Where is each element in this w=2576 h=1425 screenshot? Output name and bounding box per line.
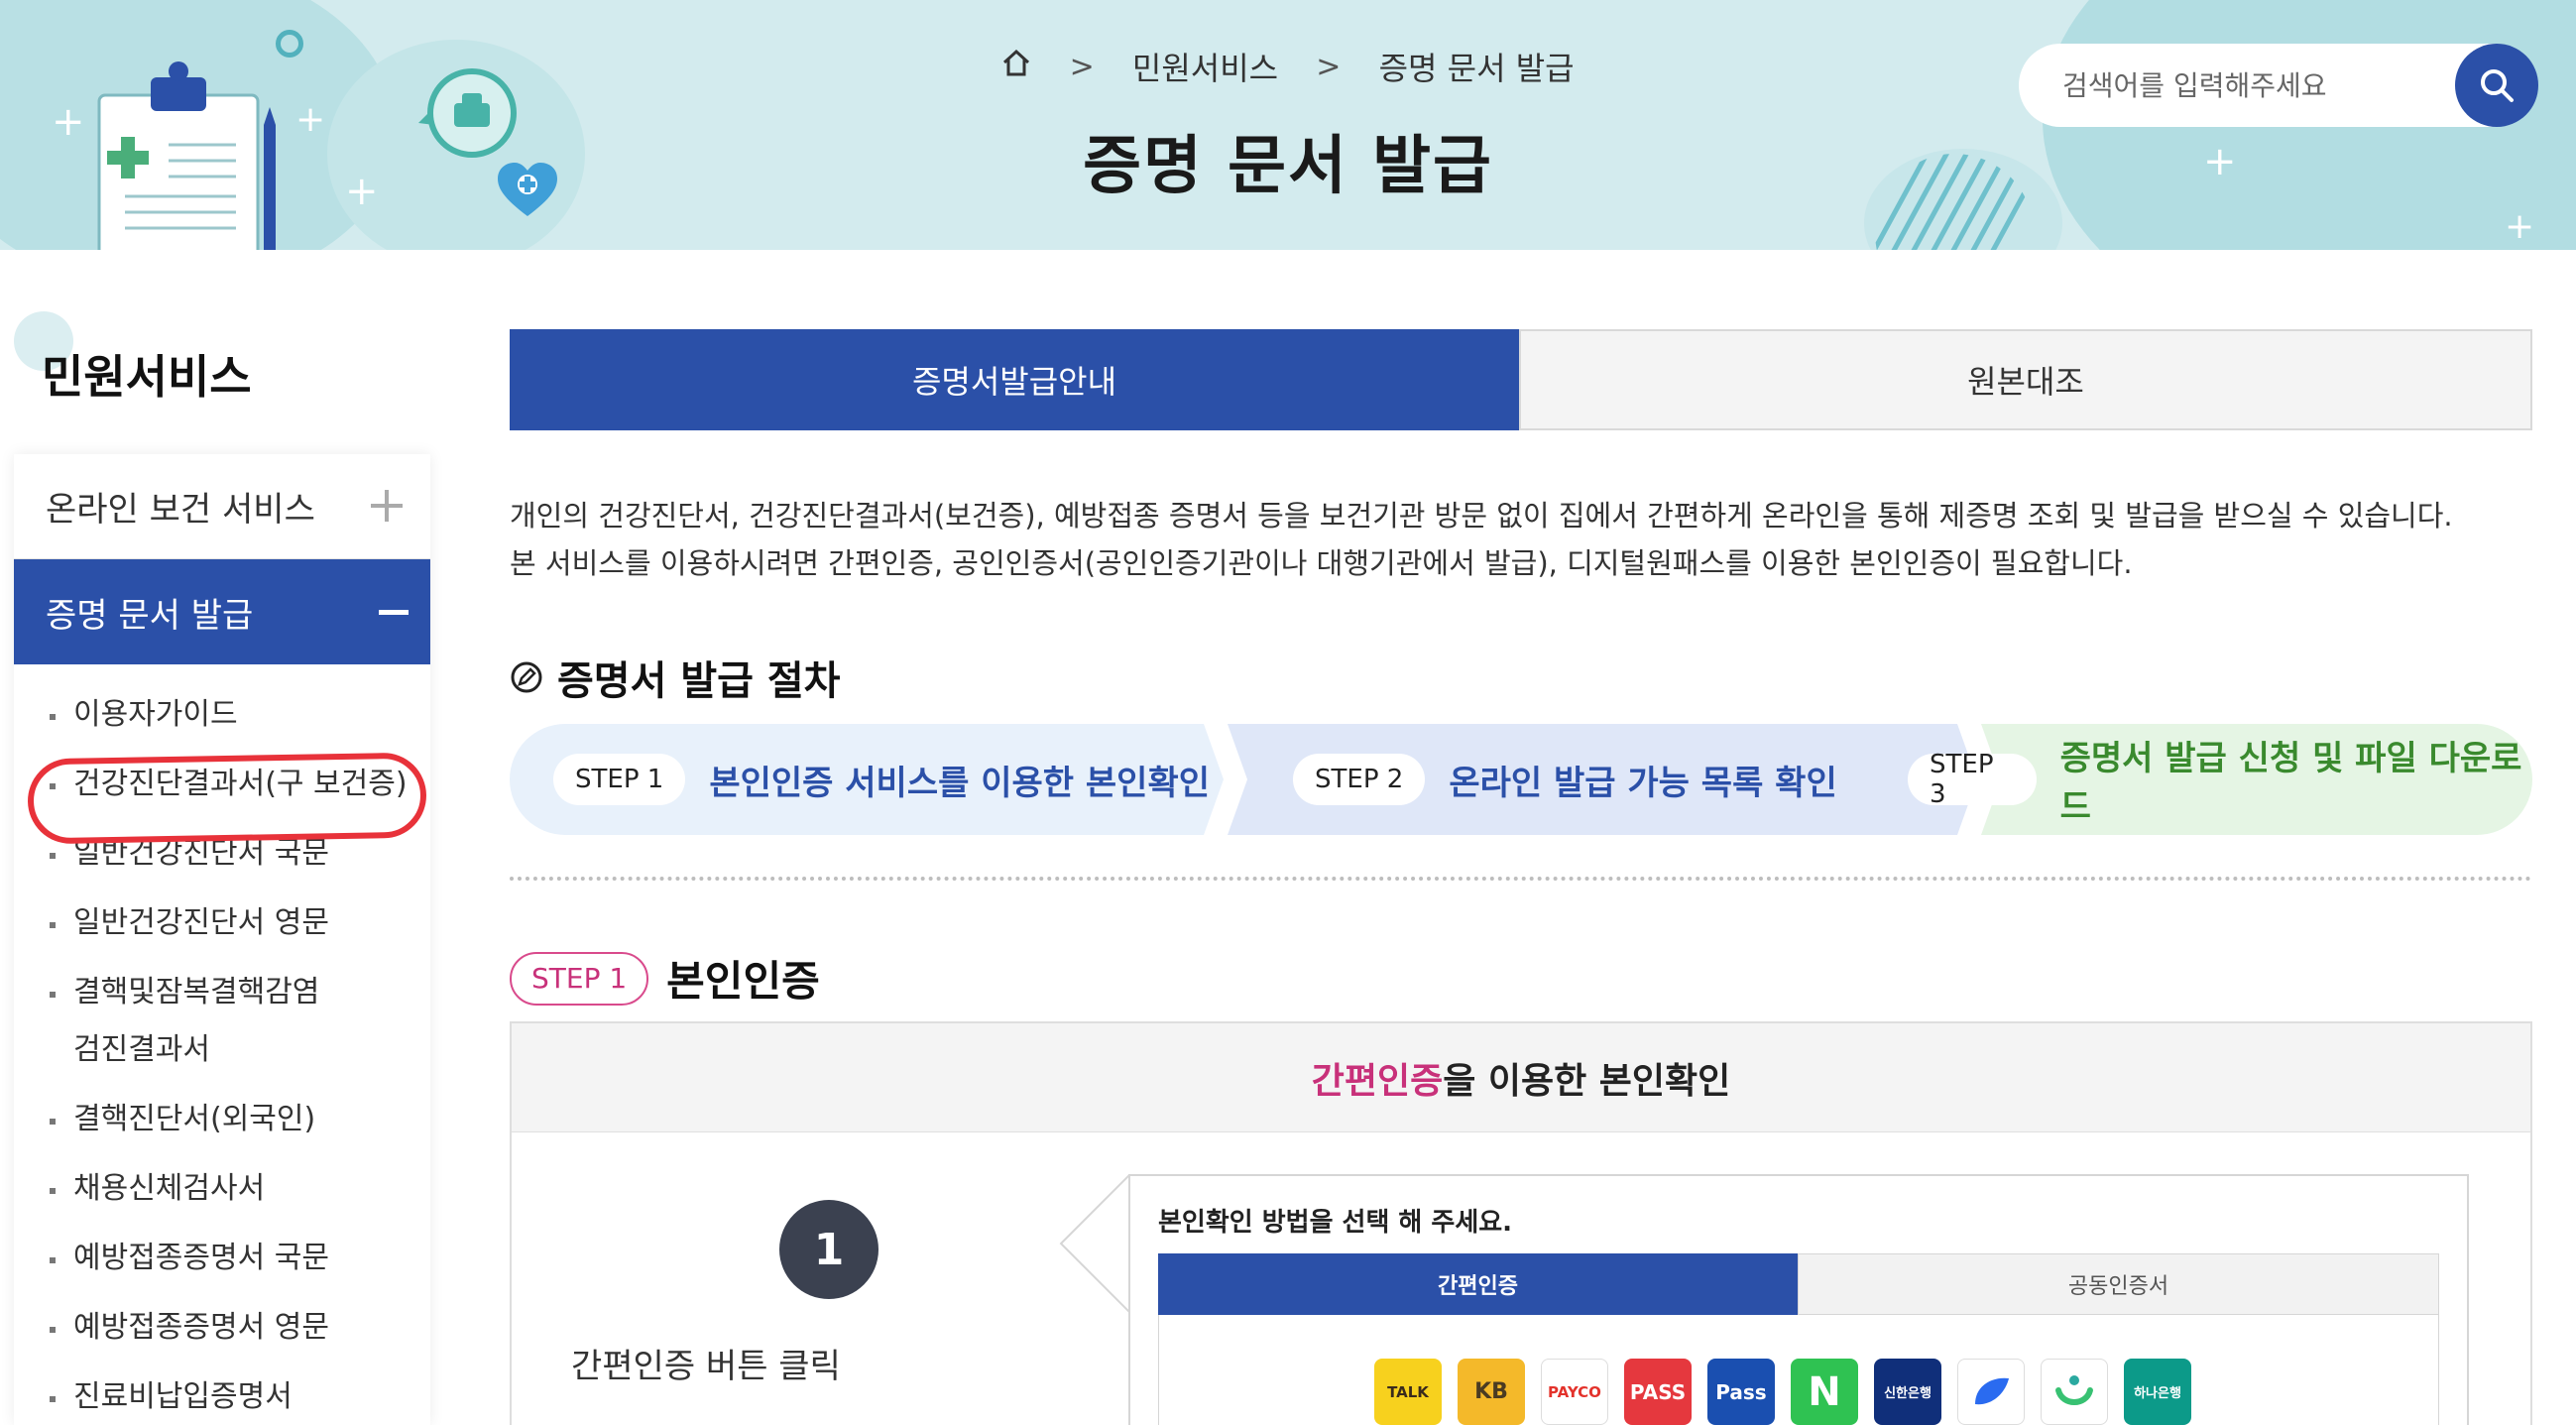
- sidebar-item-certificate[interactable]: 증명 문서 발급: [14, 559, 430, 664]
- provider-label: 신한은행: [1884, 1386, 1932, 1401]
- sidebar-item-online-health[interactable]: 온라인 보건 서비스: [14, 454, 430, 559]
- auth-box-title: 간편인증 을 이용한 본인확인: [512, 1023, 2530, 1132]
- step-text: 증명서 발급 신청 및 파일 다운로드: [2059, 739, 2522, 827]
- minus-icon: [379, 610, 409, 615]
- step-badge: STEP 2: [1293, 754, 1426, 805]
- auth-card-title: 본인확인 방법을 선택 해 주세요.: [1158, 1208, 1513, 1238]
- sidebar-subitem-general-kr[interactable]: 일반건강진단서 국문: [14, 825, 430, 883]
- procedure-steps: STEP 1 본인인증 서비스를 이용한 본인확인 STEP 2 온라인 발급 …: [510, 724, 2532, 835]
- sidebar-subitem-payment[interactable]: 진료비납입증명서: [14, 1368, 430, 1425]
- step1-title: 본인인증: [666, 957, 820, 1006]
- sidebar-subitem-vaccine-en[interactable]: 예방접종증명서 영문: [14, 1299, 430, 1357]
- provider-label: PASS: [1629, 1379, 1687, 1404]
- provider-label: TALK: [1387, 1382, 1429, 1401]
- section-divider: [510, 877, 2532, 881]
- intro-line: 본 서비스를 이용하시려면 간편인증, 공인인증서(공인인증기관이나 대행기관에…: [510, 546, 2133, 580]
- search-icon: [2481, 69, 2514, 102]
- provider-label: N: [1808, 1368, 1841, 1415]
- step-badge: STEP 1: [553, 754, 686, 805]
- step-number-badge: 1: [779, 1200, 878, 1299]
- plus-icon: [371, 490, 403, 522]
- toss-icon[interactable]: [1957, 1359, 2025, 1425]
- procedure-title-text: 증명서 발급 절차: [557, 658, 841, 704]
- provider-label: PAYCO: [1548, 1382, 1601, 1401]
- sidebar-item-label: 증명 문서 발급: [46, 595, 254, 636]
- auth-provider-list: TALK KB PAYCO PASS Pass N 신한은행 하나은행: [1374, 1359, 2191, 1425]
- breadcrumb-current[interactable]: 증명 문서 발급: [1379, 44, 1575, 89]
- sidebar-subitem-user-guide[interactable]: 이용자가이드: [14, 686, 430, 744]
- intro-line: 개인의 건강진단서, 건강진단결과서(보건증), 예방접종 증명서 등을 보건기…: [510, 499, 2453, 533]
- search-input[interactable]: [2062, 63, 2439, 107]
- provider-label: 하나은행: [2134, 1386, 2181, 1401]
- procedure-title: 증명서 발급 절차: [510, 649, 840, 706]
- pencil-circle-icon: [511, 661, 542, 693]
- hana-icon[interactable]: 하나은행: [2124, 1359, 2191, 1425]
- card-pointer: [1059, 1174, 1130, 1313]
- breadcrumb-separator-icon: >: [1069, 49, 1095, 84]
- sidebar-subitem-tb-latent[interactable]: 결핵및잠복결핵감염 검진결과서: [14, 964, 430, 1079]
- auth-box-title-highlight: 간편인증: [1311, 1060, 1444, 1102]
- sidebar-subitem-general-en[interactable]: 일반건강진단서 영문: [14, 894, 430, 952]
- banksalad-icon[interactable]: [2041, 1359, 2108, 1425]
- sidebar-subitem-label: 결핵및잠복결핵감염: [73, 975, 320, 1009]
- step-badge: STEP 3: [1908, 750, 2037, 809]
- step-text: 온라인 발급 가능 목록 확인: [1449, 763, 1837, 803]
- tab-issue-guide[interactable]: 증명서발급안내: [510, 329, 1519, 430]
- breadcrumb-separator-icon: >: [1316, 49, 1342, 84]
- kakao-icon[interactable]: TALK: [1374, 1359, 1442, 1425]
- step1-header: STEP 1 본인인증: [510, 948, 820, 1009]
- breadcrumb-section[interactable]: 민원서비스: [1132, 44, 1278, 89]
- tab-original-compare[interactable]: 원본대조: [1519, 329, 2532, 430]
- kb-icon[interactable]: KB: [1458, 1359, 1525, 1425]
- sparkle-icon: +: [2505, 206, 2535, 247]
- sidebar-sub-list: 이용자가이드 건강진단결과서(구 보건증) 일반건강진단서 국문 일반건강진단서…: [14, 684, 430, 1425]
- search-button[interactable]: [2455, 44, 2538, 127]
- payco-icon[interactable]: PAYCO: [1541, 1359, 1608, 1425]
- provider-label: KB: [1474, 1379, 1508, 1404]
- sidebar-subitem-employment[interactable]: 채용신체검사서: [14, 1160, 430, 1218]
- sidebar-subitem-vaccine-kr[interactable]: 예방접종증명서 국문: [14, 1230, 430, 1287]
- sidebar-item-label: 온라인 보건 서비스: [46, 490, 315, 530]
- home-icon[interactable]: [1001, 48, 1031, 85]
- samsung-pass-icon[interactable]: Pass: [1707, 1359, 1775, 1425]
- header-banner: + + + + + > 민원서비스 > 증명 문서 발급 증명 문서 발급: [0, 0, 2576, 250]
- procedure-step-1: STEP 1 본인인증 서비스를 이용한 본인확인: [553, 724, 1210, 835]
- sidebar-subitem-tb-foreigner[interactable]: 결핵진단서(외국인): [14, 1091, 430, 1148]
- pass-icon[interactable]: PASS: [1624, 1359, 1692, 1425]
- procedure-step-3: STEP 3 증명서 발급 신청 및 파일 다운로드: [1908, 724, 2532, 835]
- sidebar-menu: 온라인 보건 서비스 증명 문서 발급 이용자가이드 건강진단결과서(구 보건증…: [14, 454, 430, 1425]
- shinhan-icon[interactable]: 신한은행: [1874, 1359, 1941, 1425]
- content-tabs: 증명서발급안내 원본대조: [510, 329, 2532, 430]
- naver-icon[interactable]: N: [1791, 1359, 1858, 1425]
- sidebar-subitem-label: 검진결과서: [73, 1032, 210, 1067]
- intro-text: 개인의 건강진단서, 건강진단결과서(보건증), 예방접종 증명서 등을 보건기…: [510, 492, 2542, 587]
- auth-box-title-rest: 을 이용한 본인확인: [1443, 1060, 1731, 1102]
- step1-badge: STEP 1: [510, 951, 649, 1006]
- sidebar-subitem-health-result[interactable]: 건강진단결과서(구 보건증): [14, 756, 430, 813]
- page-title: 증명 문서 발급: [1083, 130, 1493, 203]
- procedure-step-2: STEP 2 온라인 발급 가능 목록 확인: [1293, 724, 1837, 835]
- provider-label: Pass: [1715, 1379, 1767, 1404]
- auth-card-tabs: 간편인증 공동인증서: [1158, 1253, 2439, 1315]
- step-caption: 간편인증 버튼 클릭: [571, 1347, 841, 1386]
- tab-joint-certificate[interactable]: 공동인증서: [1798, 1253, 2439, 1315]
- sidebar-title: 민원서비스: [42, 350, 252, 404]
- tab-simple-auth[interactable]: 간편인증: [1158, 1253, 1798, 1315]
- step-text: 본인인증 서비스를 이용한 본인확인: [709, 763, 1211, 803]
